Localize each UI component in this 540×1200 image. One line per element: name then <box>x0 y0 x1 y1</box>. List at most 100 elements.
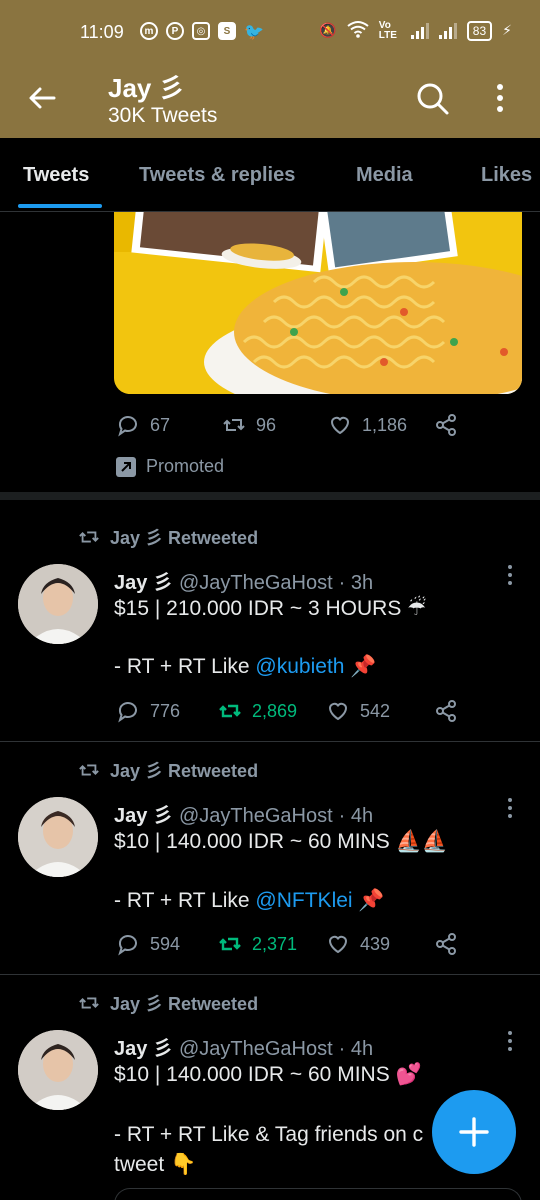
tweet-text-prefix: - RT + RT Like <box>114 889 256 912</box>
tweet-action-bar: 594 2,371 439 <box>0 927 540 961</box>
heart-icon <box>328 702 348 721</box>
author-name[interactable]: Jay 彡 <box>114 799 173 828</box>
profile-tabs: Tweets Tweets & replies Media Likes <box>0 138 540 212</box>
tweet-text-line: - RT + RT Like & Tag friends on c <box>114 1123 424 1146</box>
instagram-icon: ◎ <box>192 22 210 40</box>
messenger-icon: m <box>140 22 158 40</box>
twitter-bird-icon: 🐦 <box>244 24 264 41</box>
tweet-text-line: - RT + RT Like @NFTKlei 📌 <box>114 886 385 916</box>
author-name[interactable]: Jay 彡 <box>114 1032 173 1061</box>
mention-link[interactable]: @kubieth <box>255 655 344 678</box>
tweet-time: · 3h <box>338 572 374 594</box>
tab-tweets-replies[interactable]: Tweets & replies <box>139 164 295 187</box>
tweet-author-line: Jay 彡 @JayTheGaHost · 4h <box>114 1032 373 1061</box>
page-title: Jay 彡 <box>108 68 185 105</box>
compose-tweet-button[interactable] <box>432 1090 516 1174</box>
plus-icon <box>459 1117 489 1147</box>
status-right: 🔕 Vo LTE 83 ⚡ <box>319 20 512 41</box>
charging-icon: ⚡ <box>502 22 512 38</box>
promoted-label: Promoted <box>116 456 224 477</box>
retweet-icon <box>223 419 245 431</box>
like-button[interactable]: 1,186 <box>328 413 407 437</box>
profile-name: Jay <box>108 73 152 103</box>
promo-action-bar: 67 96 1,186 <box>0 408 540 442</box>
tab-likes[interactable]: Likes <box>481 164 532 187</box>
pinterest-icon: P <box>166 22 184 40</box>
mute-icon: 🔕 <box>319 22 337 38</box>
retweeted-by-label: Jay 彡 Retweeted <box>78 524 258 550</box>
section-divider <box>0 492 540 500</box>
like-count: 542 <box>360 700 391 721</box>
retweet-button[interactable]: 96 <box>222 413 276 437</box>
reply-button[interactable]: 67 <box>116 413 170 437</box>
tab-tweets[interactable]: Tweets <box>23 164 89 187</box>
reply-icon <box>118 702 137 723</box>
retweet-icon <box>219 937 241 951</box>
status-bar: 11:09 m P ◎ S 🐦 🔕 Vo LTE 83 ⚡ <box>0 0 540 60</box>
tab-media[interactable]: Media <box>356 164 413 187</box>
retweet-button[interactable]: 2,869 <box>218 699 297 723</box>
author-handle[interactable]: @JayTheGaHost <box>179 572 333 595</box>
retweet-button[interactable]: 2,371 <box>218 932 297 956</box>
share-button[interactable] <box>434 413 458 437</box>
like-count: 1,186 <box>362 414 408 435</box>
retweet-icon <box>219 704 241 718</box>
promoted-media-image[interactable] <box>114 212 522 394</box>
s-app-icon: S <box>218 22 236 40</box>
more-options-icon[interactable] <box>490 82 510 114</box>
retweet-icon <box>79 531 99 543</box>
tweet-author-line: Jay 彡 @JayTheGaHost · 4h <box>114 799 373 828</box>
profile-name-mark: 彡 <box>158 73 185 103</box>
tweet-divider <box>0 741 540 742</box>
tweet-text-line: $15 | 210.000 IDR ~ 3 HOURS ☔ <box>114 597 427 620</box>
tweet-more-icon[interactable] <box>504 797 516 819</box>
reply-count: 776 <box>150 700 181 721</box>
heart-icon <box>328 935 348 954</box>
avatar[interactable] <box>18 1030 98 1110</box>
volte-label: Vo LTE <box>378 19 397 41</box>
promoted-text: Promoted <box>146 456 225 476</box>
reply-button[interactable]: 776 <box>116 699 180 723</box>
tweet-time: · 4h <box>338 805 374 827</box>
author-handle[interactable]: @JayTheGaHost <box>179 1038 333 1061</box>
like-button[interactable]: 542 <box>326 699 390 723</box>
tweet-divider <box>0 974 540 975</box>
reply-count: 594 <box>150 933 181 954</box>
retweet-count: 2,869 <box>252 700 298 721</box>
back-arrow-icon[interactable] <box>26 82 58 114</box>
share-icon <box>436 414 456 436</box>
share-icon <box>436 933 456 955</box>
avatar[interactable] <box>18 564 98 644</box>
signal-2-icon <box>438 22 457 39</box>
tweet-more-icon[interactable] <box>504 1030 516 1052</box>
profile-header: Jay 彡 30K Tweets <box>0 60 540 138</box>
retweeted-by-label: Jay 彡 Retweeted <box>78 990 258 1016</box>
search-icon[interactable] <box>414 80 450 116</box>
wifi-icon <box>347 20 369 41</box>
tweet-text-suffix: 📌 <box>352 889 385 912</box>
share-icon <box>436 700 456 722</box>
signal-1-icon <box>410 22 429 39</box>
reply-button[interactable]: 594 <box>116 932 180 956</box>
mention-link[interactable]: @NFTKlei <box>255 889 352 912</box>
share-button[interactable] <box>434 932 458 956</box>
reply-count: 67 <box>150 414 171 435</box>
tweet-text-line: - RT + RT Like @kubieth 📌 <box>114 652 376 682</box>
tweet-text-suffix: 📌 <box>344 655 377 678</box>
avatar[interactable] <box>18 797 98 877</box>
tweet-more-icon[interactable] <box>504 564 516 586</box>
author-name[interactable]: Jay 彡 <box>114 566 173 595</box>
tweet-text-line: $10 | 140.000 IDR ~ 60 MINS ⛵⛵ <box>114 830 448 853</box>
tweet-text-line: tweet 👇 <box>114 1153 197 1176</box>
like-count: 439 <box>360 933 391 954</box>
reply-icon <box>118 416 137 437</box>
author-handle[interactable]: @JayTheGaHost <box>179 805 333 828</box>
share-button[interactable] <box>434 699 458 723</box>
like-button[interactable]: 439 <box>326 932 390 956</box>
retweeted-text: Jay 彡 Retweeted <box>110 528 259 548</box>
status-time: 11:09 <box>80 22 124 42</box>
retweet-count: 2,371 <box>252 933 298 954</box>
retweeted-by-label: Jay 彡 Retweeted <box>78 757 258 783</box>
tweet-time: · 4h <box>338 1038 374 1060</box>
quoted-tweet-card[interactable] <box>114 1188 522 1200</box>
